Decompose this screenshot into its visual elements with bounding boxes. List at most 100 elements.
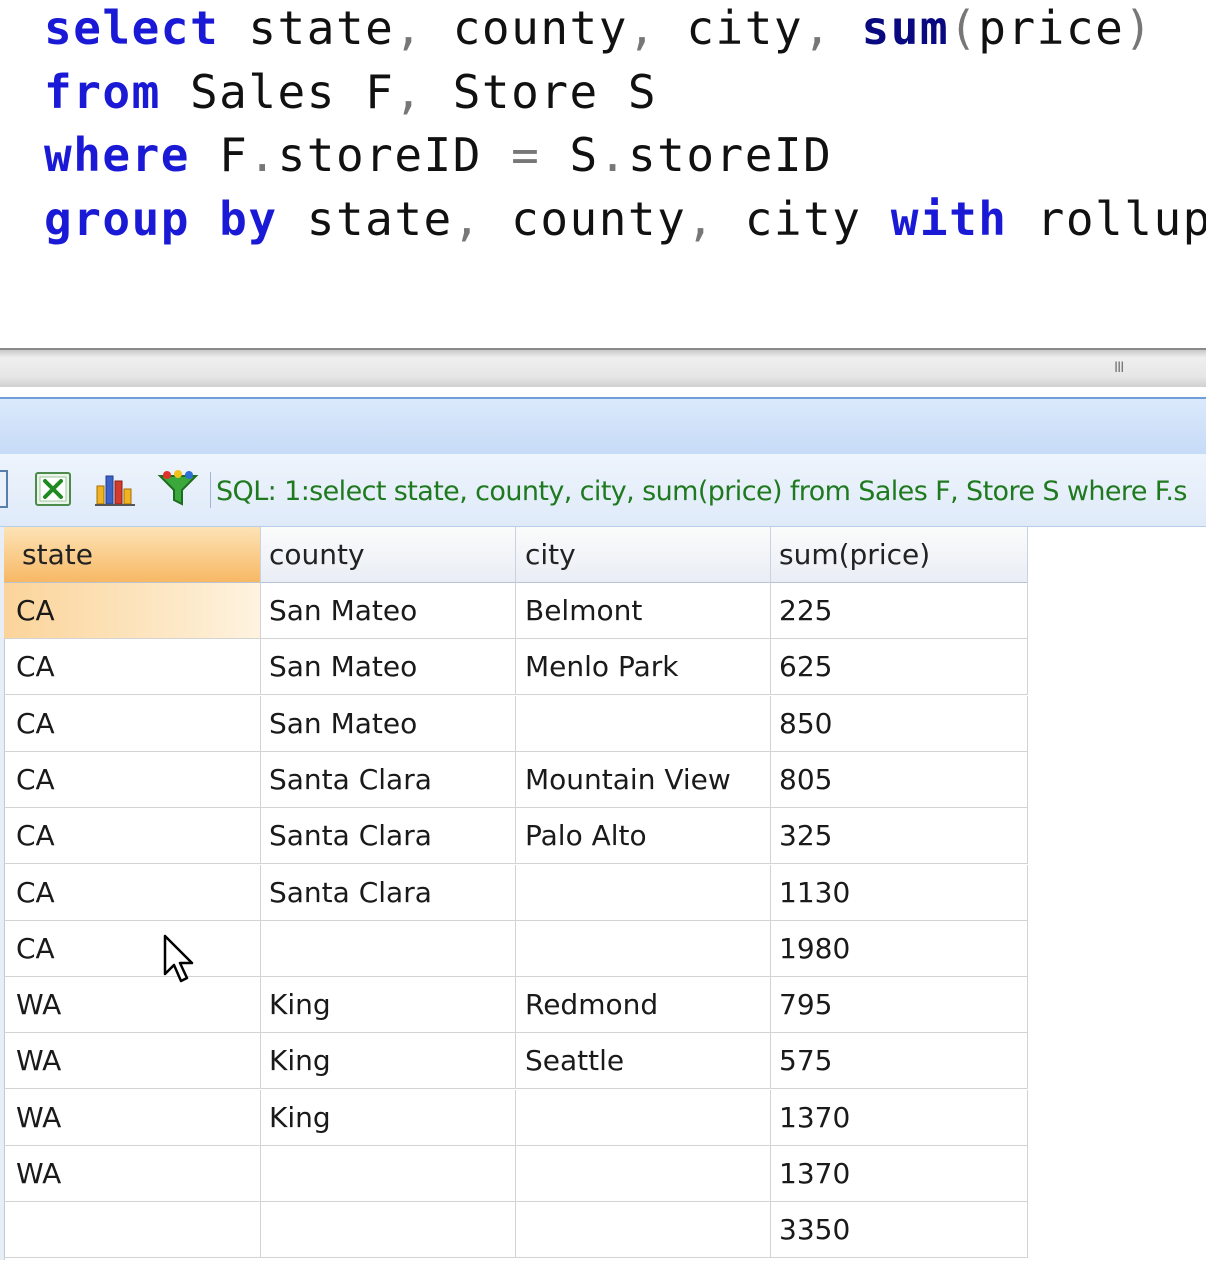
code-operator: = <box>511 128 541 182</box>
code-comma: , <box>394 65 424 119</box>
toolbar-separator <box>210 472 211 508</box>
column-header-sum-price[interactable]: sum(price) <box>771 527 1028 583</box>
editor-horizontal-scrollbar[interactable]: III <box>0 348 1206 389</box>
chart-icon[interactable] <box>94 470 136 508</box>
table-cell-city[interactable]: Palo Alto <box>516 808 771 865</box>
table-cell-county[interactable]: Santa Clara <box>261 808 516 865</box>
table-row[interactable]: WA King Redmond 795 <box>0 977 1028 1034</box>
keyword-select: select <box>44 1 220 55</box>
table-cell-state[interactable]: CA <box>4 583 261 639</box>
code-token: S <box>540 128 599 182</box>
table-cell-county[interactable]: San Mateo <box>261 583 516 639</box>
table-cell-county[interactable]: Santa Clara <box>261 751 516 808</box>
table-cell-sum-price[interactable]: 325 <box>771 808 1028 865</box>
table-cell-state[interactable]: CA <box>4 639 261 696</box>
panel-gap <box>0 387 1206 397</box>
code-token: county <box>423 1 628 55</box>
table-cell-state[interactable]: CA <box>4 864 261 921</box>
table-row[interactable]: CA Santa Clara Mountain View 805 <box>0 751 1028 808</box>
table-cell-county[interactable]: San Mateo <box>261 639 516 696</box>
table-cell-county[interactable]: King <box>261 1089 516 1146</box>
table-cell-county[interactable]: San Mateo <box>261 695 516 752</box>
sql-editor[interactable]: select state, county, city, sum(price) f… <box>0 0 1206 345</box>
table-row[interactable]: CA Santa Clara 1130 <box>0 864 1028 921</box>
table-cell-sum-price[interactable]: 3350 <box>771 1202 1028 1259</box>
table-cell-county[interactable]: Santa Clara <box>261 864 516 921</box>
table-row[interactable]: CA San Mateo Menlo Park 625 <box>0 639 1028 696</box>
table-row[interactable]: CA 1980 <box>0 920 1028 977</box>
table-cell-sum-price[interactable]: 795 <box>771 977 1028 1034</box>
table-row[interactable]: CA San Mateo Belmont 225 <box>0 583 1028 639</box>
table-cell-state[interactable]: CA <box>4 808 261 865</box>
table-cell-city[interactable] <box>516 864 771 921</box>
code-token: storeID <box>277 128 512 182</box>
code-dot: . <box>248 128 278 182</box>
table-cell-state[interactable]: WA <box>4 1146 261 1202</box>
table-cell-city[interactable]: Redmond <box>516 977 771 1034</box>
scrollbar-grip-icon[interactable]: III <box>1114 360 1134 376</box>
code-token: county <box>481 192 687 246</box>
table-cell-city[interactable]: Menlo Park <box>516 639 771 696</box>
table-cell-city[interactable] <box>516 1146 771 1202</box>
table-cell-sum-price[interactable]: 1370 <box>771 1146 1028 1202</box>
table-cell-city[interactable]: Belmont <box>516 583 771 639</box>
code-paren: ( <box>949 1 979 55</box>
table-cell-state[interactable]: CA <box>4 695 261 752</box>
table-cell-sum-price[interactable]: 575 <box>771 1033 1028 1090</box>
code-comma: , <box>627 1 658 55</box>
table-cell-city[interactable] <box>516 695 771 752</box>
table-cell-county[interactable] <box>261 1202 516 1259</box>
table-cell-state[interactable]: CA <box>4 920 261 977</box>
column-header-city[interactable]: city <box>516 527 771 583</box>
code-comma: , <box>686 192 716 246</box>
grid-icon[interactable] <box>0 470 8 508</box>
code-token: Sales F <box>160 65 395 119</box>
table-cell-county[interactable]: King <box>261 977 516 1034</box>
code-token: city <box>657 1 804 55</box>
table-cell-county[interactable] <box>261 920 516 977</box>
code-comma: , <box>803 1 833 55</box>
column-header-state[interactable]: state <box>4 527 261 583</box>
results-toolbar: SQL: 1:select state, county, city, sum(p… <box>0 454 1206 527</box>
table-cell-city[interactable]: Seattle <box>516 1033 771 1090</box>
excel-export-icon[interactable] <box>34 470 74 508</box>
table-cell-sum-price[interactable]: 1980 <box>771 920 1028 977</box>
keyword-from: from <box>44 65 161 119</box>
table-cell-city[interactable]: Mountain View <box>516 751 771 808</box>
table-cell-sum-price[interactable]: 1370 <box>771 1089 1028 1146</box>
code-token: state <box>219 1 395 55</box>
keyword-where: where <box>44 128 190 182</box>
column-header-county[interactable]: county <box>261 527 516 583</box>
code-dot: . <box>598 128 628 182</box>
table-row[interactable]: 3350 <box>0 1202 1028 1259</box>
table-cell-sum-price[interactable]: 225 <box>771 583 1028 639</box>
table-cell-city[interactable] <box>516 1202 771 1259</box>
table-cell-state[interactable]: WA <box>4 977 261 1034</box>
results-grid[interactable]: state county city sum(price) CA San Mateo… <box>0 527 1206 1276</box>
sql-statement-label: SQL: 1:select state, county, city, sum(p… <box>216 476 1187 507</box>
table-row[interactable]: WA King 1370 <box>0 1089 1028 1146</box>
table-cell-sum-price[interactable]: 1130 <box>771 864 1028 921</box>
table-cell-county[interactable] <box>261 1146 516 1202</box>
table-cell-state[interactable]: CA <box>4 751 261 808</box>
table-cell-state[interactable]: WA <box>4 1033 261 1090</box>
table-cell-state[interactable] <box>4 1202 261 1259</box>
table-row[interactable]: WA 1370 <box>0 1146 1028 1202</box>
code-token: storeID <box>627 128 833 182</box>
table-cell-city[interactable] <box>516 1089 771 1146</box>
table-row[interactable]: CA San Mateo 850 <box>0 695 1028 752</box>
code-token: rollup; <box>1036 192 1206 246</box>
table-row[interactable]: WA King Seattle 575 <box>0 1033 1028 1090</box>
table-cell-sum-price[interactable]: 805 <box>771 751 1028 808</box>
table-cell-city[interactable] <box>516 920 771 977</box>
code-line-4: group by state, county, city with rollup… <box>44 189 1206 249</box>
table-cell-state[interactable]: WA <box>4 1089 261 1146</box>
results-panel-header <box>0 397 1206 456</box>
table-cell-county[interactable]: King <box>261 1033 516 1090</box>
filter-icon[interactable] <box>156 470 200 508</box>
code-line-3: where F.storeID = S.storeID <box>44 125 832 185</box>
table-cell-sum-price[interactable]: 625 <box>771 639 1028 696</box>
table-cell-sum-price[interactable]: 850 <box>771 695 1028 752</box>
grid-header-row: state county city sum(price) <box>0 527 1028 583</box>
table-row[interactable]: CA Santa Clara Palo Alto 325 <box>0 808 1028 865</box>
